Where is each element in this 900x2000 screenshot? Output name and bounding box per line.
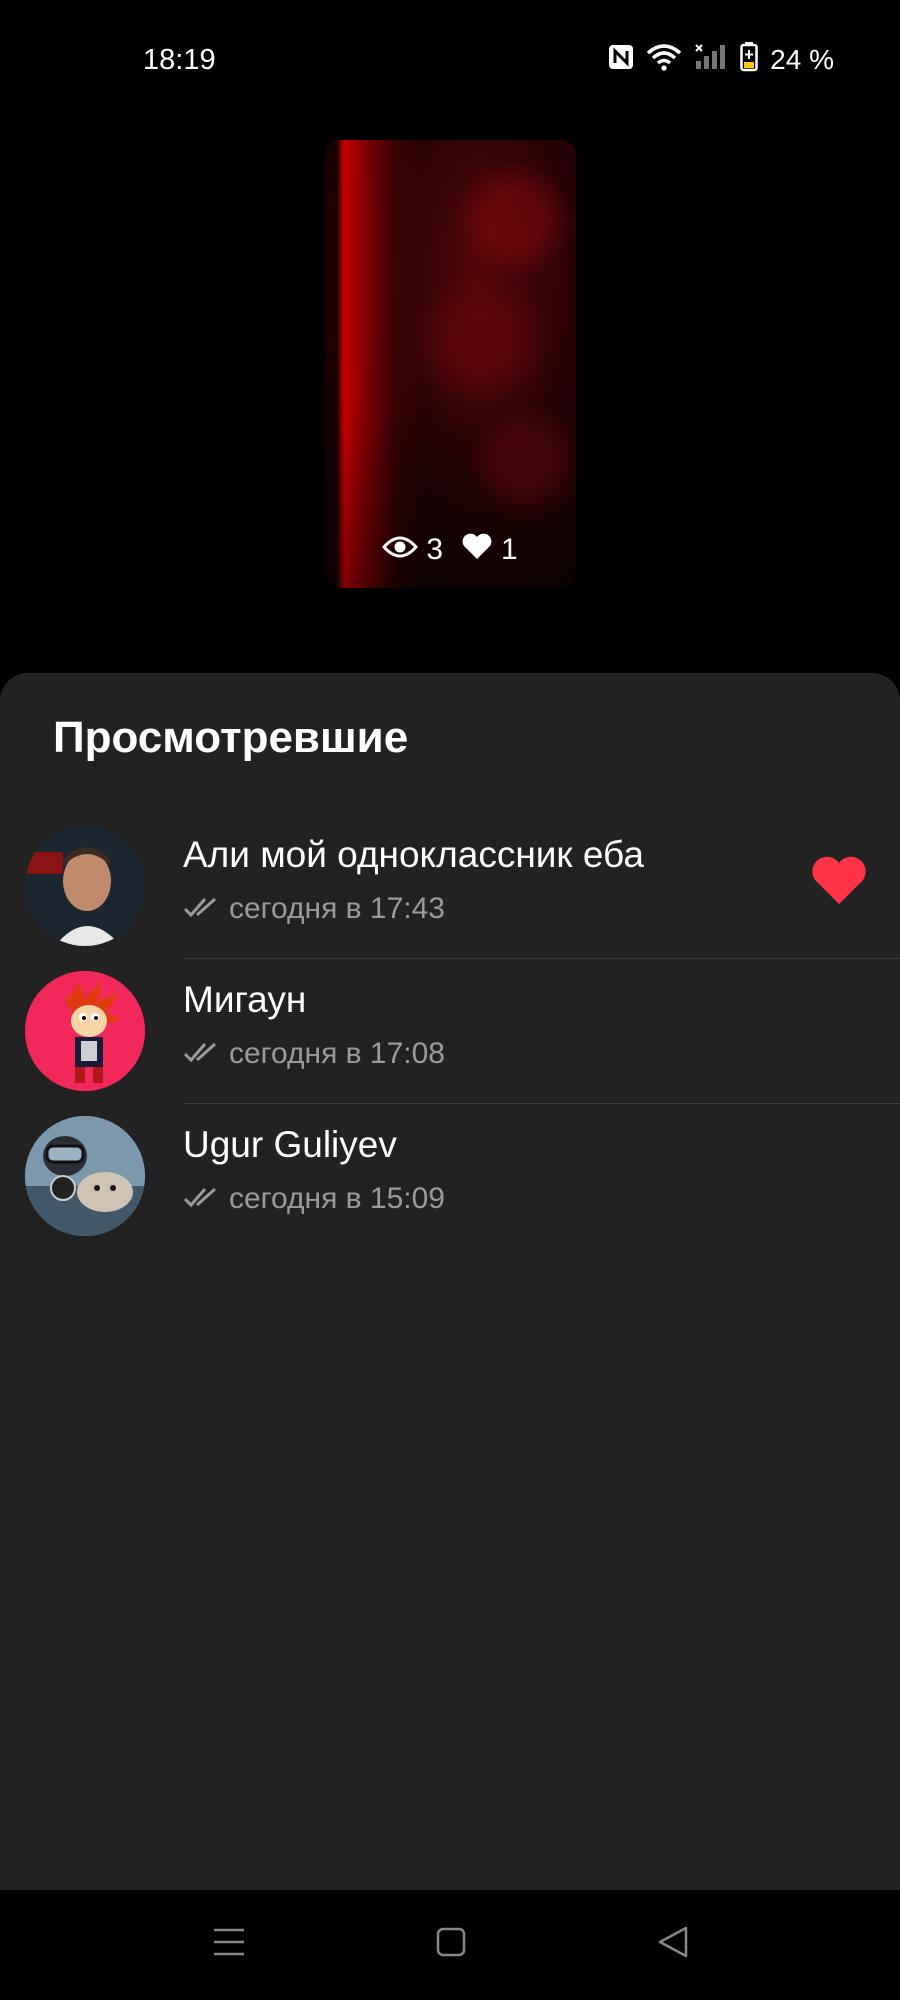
- sheet-title: Просмотревшие: [53, 713, 409, 762]
- heart-icon: [461, 532, 493, 568]
- likes-stat: 1: [461, 532, 518, 568]
- double-check-icon: [183, 1182, 219, 1216]
- avatar[interactable]: [25, 826, 145, 946]
- status-bar: 18:19 24 %: [0, 0, 900, 120]
- viewer-row[interactable]: Али мой одноклассник еба сегодня в 17:43: [0, 814, 900, 959]
- navigation-bar: [0, 1890, 900, 2000]
- viewer-name: Али мой одноклассник еба: [183, 834, 644, 875]
- double-check-icon: [183, 892, 219, 926]
- nfc-icon: [608, 44, 634, 75]
- viewers-sheet: Просмотревшие Али мой одноклассник еба с…: [0, 673, 900, 1890]
- story-stats: 3 1: [324, 532, 576, 568]
- battery-percent: 24 %: [770, 43, 834, 75]
- wifi-icon: [646, 43, 682, 76]
- status-icons: 24 %: [608, 42, 834, 77]
- eye-icon: [382, 533, 419, 567]
- viewer-time: сегодня в 17:43: [183, 892, 445, 926]
- avatar[interactable]: [25, 971, 145, 1091]
- home-icon[interactable]: [436, 1925, 466, 1964]
- viewer-row[interactable]: Ugur Guliyev сегодня в 15:09: [0, 1104, 900, 1249]
- avatar[interactable]: [25, 1116, 145, 1236]
- status-time: 18:19: [143, 44, 216, 76]
- views-stat: 3: [382, 533, 443, 567]
- viewer-name: Мигаун: [183, 979, 307, 1020]
- views-count: 3: [426, 533, 443, 566]
- likes-count: 1: [501, 533, 518, 566]
- viewer-time-text: сегодня в 17:43: [229, 892, 445, 925]
- back-icon[interactable]: [656, 1925, 690, 1964]
- viewer-time: сегодня в 15:09: [183, 1182, 445, 1216]
- viewer-time-text: сегодня в 15:09: [229, 1182, 445, 1215]
- menu-icon[interactable]: [212, 1925, 246, 1964]
- viewer-row[interactable]: Мигаун сегодня в 17:08: [0, 959, 900, 1104]
- viewer-time-text: сегодня в 17:08: [229, 1037, 445, 1070]
- viewer-time: сегодня в 17:08: [183, 1037, 445, 1071]
- double-check-icon: [183, 1037, 219, 1071]
- story-preview[interactable]: 3 1: [324, 140, 576, 588]
- viewer-name: Ugur Guliyev: [183, 1124, 397, 1165]
- battery-icon: [740, 42, 758, 77]
- signal-icon: [694, 43, 728, 76]
- like-heart-icon: [810, 854, 868, 911]
